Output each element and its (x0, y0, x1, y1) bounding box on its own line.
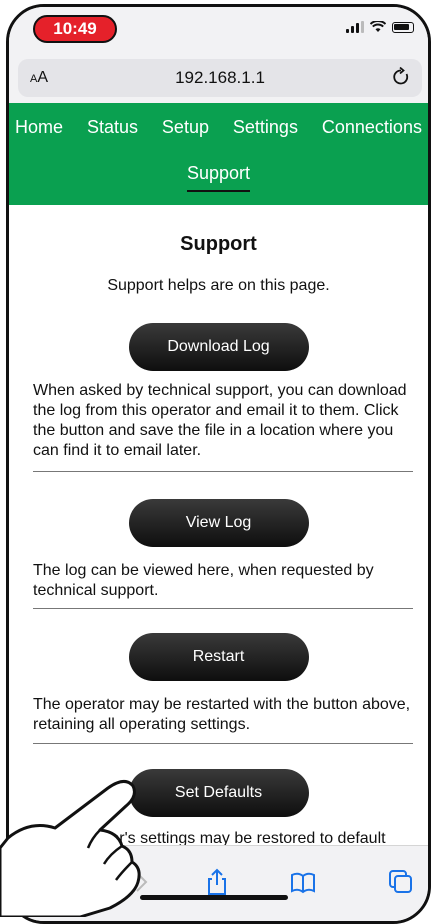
nav-settings[interactable]: Settings (233, 117, 298, 138)
download-log-description: When asked by technical support, you can… (33, 382, 407, 459)
status-bar: 10:49 (9, 7, 428, 51)
restart-description: The operator may be restarted with the b… (33, 696, 411, 733)
address-bar[interactable]: AA 192.168.1.1 (18, 59, 422, 97)
view-log-button[interactable]: View Log (128, 499, 309, 547)
nav-setup[interactable]: Setup (162, 117, 209, 138)
page-title: Support (180, 233, 257, 255)
url-text[interactable]: 192.168.1.1 (18, 68, 422, 88)
download-log-button[interactable]: Download Log (128, 323, 309, 371)
battery-icon (392, 21, 414, 33)
status-time: 10:49 (33, 15, 117, 43)
view-log-description: The log can be viewed here, when request… (33, 562, 374, 599)
section-divider (33, 471, 413, 472)
share-icon[interactable] (203, 868, 231, 896)
nav-support[interactable]: Support (186, 163, 251, 192)
page-intro: Support helps are on this page. (107, 277, 330, 294)
reload-icon[interactable] (390, 66, 412, 88)
nav-connections[interactable]: Connections (322, 117, 422, 138)
nav-home[interactable]: Home (15, 117, 63, 138)
section-divider (33, 743, 413, 744)
text-size-button[interactable]: AA (30, 69, 48, 87)
restart-button[interactable]: Restart (128, 633, 309, 681)
address-bar-area: AA 192.168.1.1 (9, 51, 428, 103)
wifi-icon (370, 21, 386, 32)
pointing-hand-icon (0, 780, 141, 917)
section-divider (33, 608, 413, 609)
signal-icon (346, 21, 364, 33)
tabs-icon[interactable] (387, 868, 415, 896)
nav-status[interactable]: Status (87, 117, 138, 138)
status-icons (346, 21, 414, 33)
bookmarks-icon[interactable] (289, 868, 317, 896)
top-navigation: Home Status Setup Settings Connections S… (9, 103, 428, 205)
